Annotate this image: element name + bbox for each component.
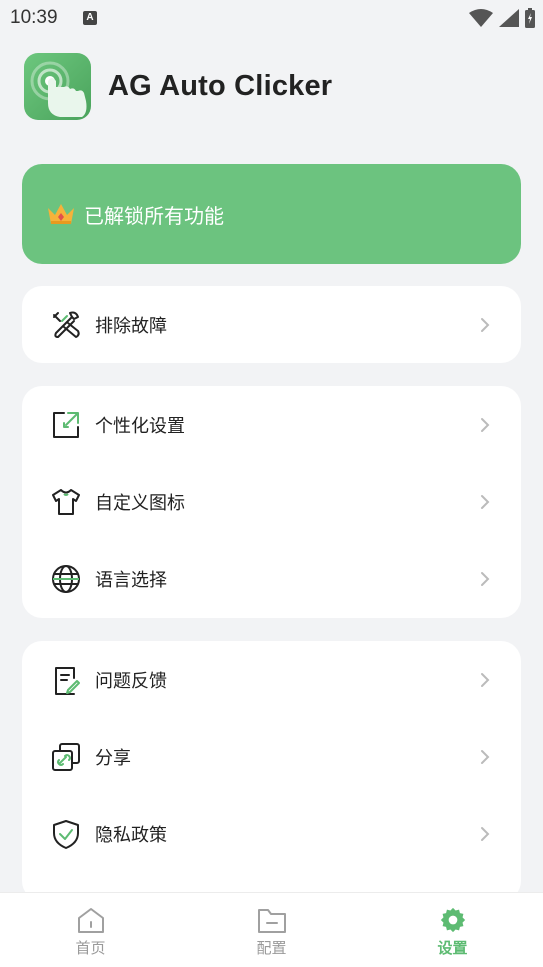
signal-icon <box>499 9 519 27</box>
row-personalize[interactable]: 个性化设置 <box>22 386 521 463</box>
chevron-right-icon <box>481 317 490 332</box>
settings-group-troubleshoot: 排除故障 <box>22 286 521 363</box>
external-link-icon <box>50 409 82 441</box>
bottom-nav: 首页 配置 设置 <box>0 892 543 967</box>
crown-icon <box>48 204 74 224</box>
row-troubleshoot[interactable]: 排除故障 <box>22 286 521 363</box>
notification-a-icon: A <box>83 11 97 25</box>
row-share[interactable]: 分享 <box>22 718 521 795</box>
chevron-right-icon <box>481 826 490 841</box>
row-custom-icon[interactable]: 自定义图标 <box>22 463 521 540</box>
app-header: AG Auto Clicker <box>24 52 332 120</box>
settings-group-customize: 个性化设置 自定义图标 语言选择 <box>22 386 521 618</box>
chevron-right-icon <box>481 494 490 509</box>
wifi-icon <box>469 9 493 27</box>
app-logo-icon <box>24 52 91 120</box>
tools-icon <box>50 309 82 341</box>
chevron-right-icon <box>481 672 490 687</box>
status-time: 10:39 <box>10 7 58 28</box>
settings-group-support: 问题反馈 分享 隐私政策 <box>22 641 521 901</box>
home-icon <box>77 908 104 933</box>
premium-text: 已解锁所有功能 <box>84 203 224 228</box>
row-language[interactable]: 语言选择 <box>22 540 521 617</box>
nav-settings[interactable]: 设置 <box>362 893 543 967</box>
row-label: 隐私政策 <box>95 824 167 846</box>
row-label: 问题反馈 <box>95 670 167 692</box>
row-label: 分享 <box>95 747 131 769</box>
row-feedback[interactable]: 问题反馈 <box>22 641 521 718</box>
nav-home[interactable]: 首页 <box>0 893 181 967</box>
row-label: 个性化设置 <box>95 415 185 437</box>
app-title: AG Auto Clicker <box>108 69 333 102</box>
row-privacy[interactable]: 隐私政策 <box>22 795 521 872</box>
premium-banner[interactable]: 已解锁所有功能 <box>22 164 521 264</box>
nav-label: 设置 <box>437 939 468 957</box>
chevron-right-icon <box>481 417 490 432</box>
status-bar: 10:39 A <box>0 0 543 36</box>
folder-icon <box>257 909 286 933</box>
row-label: 语言选择 <box>95 569 167 591</box>
row-label: 排除故障 <box>95 315 167 337</box>
chevron-right-icon <box>481 749 490 764</box>
gear-icon <box>440 907 465 933</box>
share-link-icon <box>50 741 82 773</box>
nav-label: 首页 <box>75 939 106 957</box>
battery-icon <box>525 8 535 28</box>
globe-icon <box>50 563 82 595</box>
nav-label: 配置 <box>256 939 287 957</box>
chevron-right-icon <box>481 571 490 586</box>
nav-config[interactable]: 配置 <box>181 893 362 967</box>
status-icons <box>469 8 535 28</box>
feedback-icon <box>50 664 82 696</box>
shield-check-icon <box>50 818 82 850</box>
tshirt-icon <box>50 486 82 518</box>
row-label: 自定义图标 <box>95 492 185 514</box>
